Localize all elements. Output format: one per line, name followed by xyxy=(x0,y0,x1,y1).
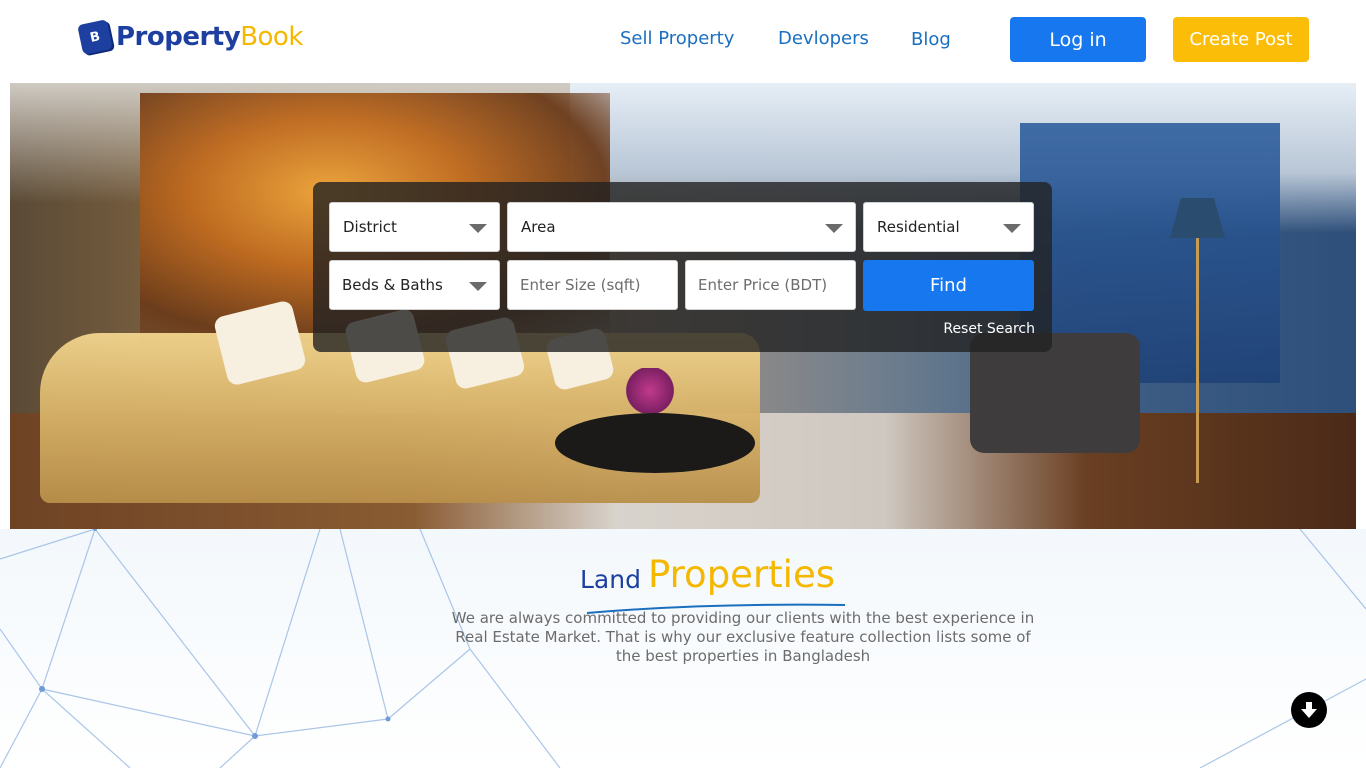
property-type-select-value: Residential xyxy=(877,218,960,236)
district-select[interactable]: District xyxy=(329,202,500,252)
beds-baths-select[interactable]: Beds & Baths xyxy=(329,260,500,310)
size-input-placeholder: Enter Size (sqft) xyxy=(520,276,641,294)
find-button[interactable]: Find xyxy=(863,260,1034,311)
create-post-button[interactable]: Create Post xyxy=(1173,17,1309,62)
logo-word-book: Book xyxy=(240,22,303,52)
area-select-value: Area xyxy=(521,218,556,236)
site-header: B PropertyBook Sell Property Devlopers B… xyxy=(0,0,1366,83)
section-title-properties: Properties xyxy=(648,553,835,596)
section-description: We are always committed to providing our… xyxy=(451,609,1035,665)
section-title-land: Land xyxy=(580,565,641,594)
logo-word-property: Property xyxy=(116,22,241,52)
size-input[interactable]: Enter Size (sqft) xyxy=(507,260,678,310)
logo-mark-letter: B xyxy=(88,28,102,46)
property-type-select[interactable]: Residential xyxy=(863,202,1034,252)
section-title: Land Properties xyxy=(580,553,880,614)
beds-baths-select-value: Beds & Baths xyxy=(342,276,443,294)
caret-down-icon xyxy=(469,224,487,233)
caret-down-icon xyxy=(469,282,487,291)
login-button[interactable]: Log in xyxy=(1010,17,1146,62)
district-select-value: District xyxy=(343,218,397,236)
caret-down-icon xyxy=(1003,224,1021,233)
price-input-placeholder: Enter Price (BDT) xyxy=(698,276,828,294)
logo[interactable]: B PropertyBook xyxy=(77,19,303,55)
price-input[interactable]: Enter Price (BDT) xyxy=(685,260,856,310)
area-select[interactable]: Area xyxy=(507,202,856,252)
reset-search-link[interactable]: Reset Search xyxy=(943,321,1035,337)
nav-sell-property[interactable]: Sell Property xyxy=(620,27,734,51)
caret-down-icon xyxy=(825,224,843,233)
land-properties-section: Land Properties We are always committed … xyxy=(0,529,1366,768)
arrow-down-circle-icon[interactable] xyxy=(1291,692,1327,728)
logo-wordmark: PropertyBook xyxy=(116,22,303,52)
nav-blog[interactable]: Blog xyxy=(911,28,951,52)
search-panel: District Area Residential Beds & Baths E… xyxy=(313,182,1052,352)
nav-developers[interactable]: Devlopers xyxy=(778,27,869,51)
logo-mark-icon: B xyxy=(77,19,113,55)
